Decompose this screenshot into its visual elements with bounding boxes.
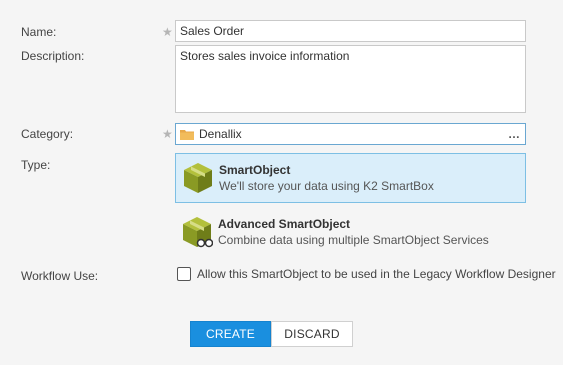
- type-subtitle: We'll store your data using K2 SmartBox: [219, 179, 434, 193]
- required-star-icon: ★: [162, 25, 173, 39]
- name-label: Name:: [21, 25, 57, 39]
- name-input[interactable]: Sales Order: [175, 20, 526, 42]
- type-title: SmartObject: [219, 163, 291, 177]
- type-option-smartobject[interactable]: SmartObject We'll store your data using …: [175, 153, 526, 203]
- type-label: Type:: [21, 158, 51, 172]
- smartobject-cube-icon: [182, 161, 214, 195]
- type-subtitle: Combine data using multiple SmartObject …: [218, 233, 489, 247]
- legacy-workflow-checkbox[interactable]: [177, 267, 191, 281]
- description-label: Description:: [21, 49, 85, 63]
- browse-ellipsis-button[interactable]: …: [508, 127, 521, 141]
- legacy-workflow-checkbox-label[interactable]: Allow this SmartObject to be used in the…: [197, 267, 556, 281]
- workflow-use-label: Workflow Use:: [21, 269, 99, 283]
- folder-icon: [180, 129, 194, 140]
- category-label: Category:: [21, 127, 74, 141]
- type-title: Advanced SmartObject: [218, 217, 351, 231]
- advanced-smartobject-icon: [181, 215, 214, 249]
- description-textarea[interactable]: Stores sales invoice information: [175, 45, 526, 113]
- discard-button[interactable]: DISCARD: [271, 321, 353, 347]
- legacy-workflow-option: Allow this SmartObject to be used in the…: [177, 267, 556, 281]
- type-option-advanced-smartobject[interactable]: Advanced SmartObject Combine data using …: [175, 207, 526, 257]
- category-value: Denallix: [199, 127, 242, 141]
- create-button[interactable]: CREATE: [190, 321, 271, 347]
- category-picker[interactable]: Denallix …: [175, 123, 526, 145]
- required-star-icon: ★: [162, 127, 173, 141]
